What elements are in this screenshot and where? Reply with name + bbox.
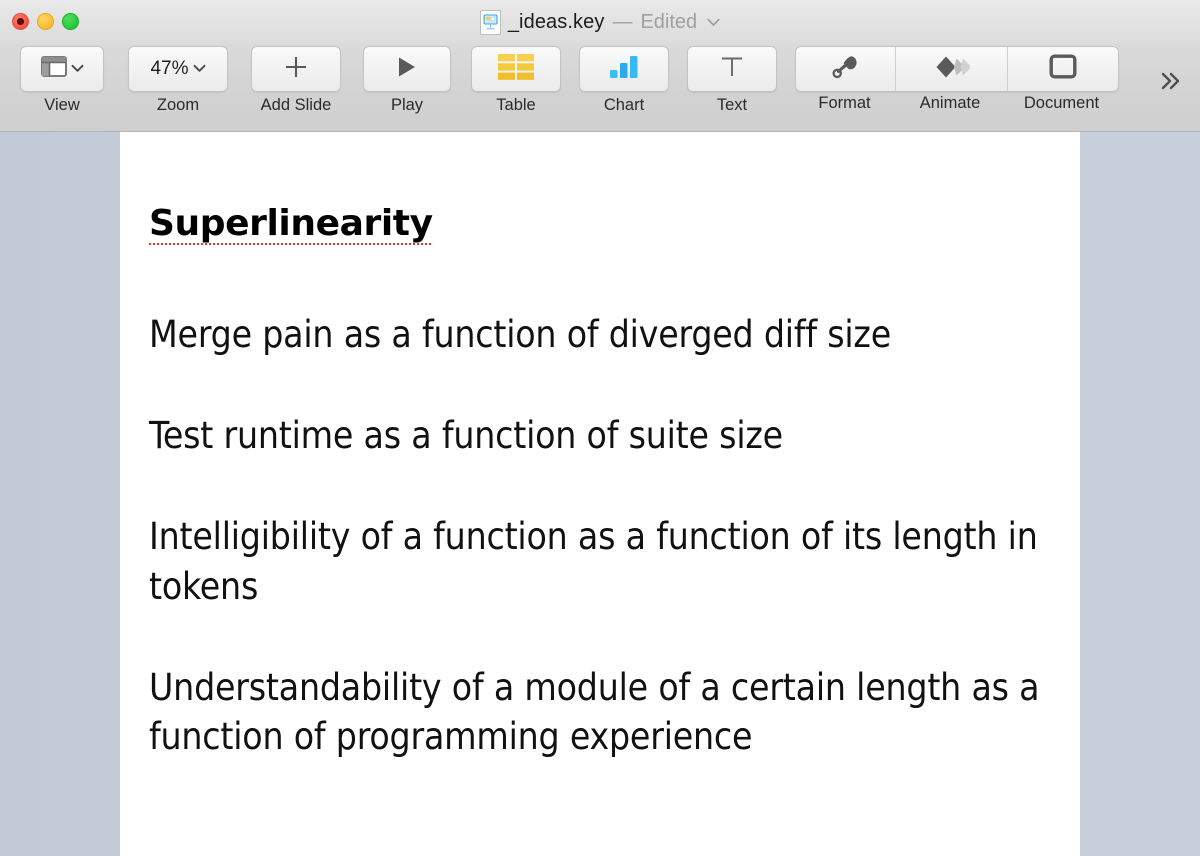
table-label: Table — [496, 96, 536, 114]
document-label: Document — [1023, 94, 1100, 112]
add-slide-button[interactable] — [251, 46, 341, 92]
add-slide-label: Add Slide — [260, 96, 332, 114]
table-button[interactable] — [471, 46, 561, 92]
zoom-label: Zoom — [156, 96, 200, 114]
chart-label: Chart — [603, 96, 645, 114]
window-title-status: Edited — [640, 10, 698, 33]
slide-content: Superlinearity Merge pain as a function … — [149, 206, 1054, 761]
toolbar-group-chart: Chart — [579, 46, 669, 115]
chevron-double-right-icon — [1158, 71, 1184, 96]
window-controls — [12, 13, 79, 30]
keynote-window: _ideas.key — Edited View 47% Zoom Add Sl… — [0, 0, 1200, 856]
chevron-down-icon — [71, 60, 84, 78]
text-button[interactable] — [687, 46, 777, 92]
maximize-button[interactable] — [62, 13, 79, 30]
window-title-block: _ideas.key — Edited — [0, 0, 1200, 44]
slide-title[interactable]: Superlinearity — [149, 206, 433, 247]
toolbar-group-play: Play — [363, 46, 451, 115]
text-t-icon — [719, 54, 745, 85]
window-title-filename: _ideas.key — [507, 10, 605, 33]
format-label: Format — [818, 94, 871, 112]
toolbar-group-table: Table — [471, 46, 561, 115]
view-label: View — [44, 96, 80, 114]
animate-button[interactable] — [895, 47, 1007, 91]
slide-bullet-2[interactable]: Test runtime as a function of suite size — [149, 411, 1054, 460]
paintbrush-icon — [831, 53, 861, 86]
play-triangle-icon — [396, 55, 418, 84]
format-button[interactable] — [796, 47, 895, 91]
toolbar-group-zoom: 47% Zoom — [128, 46, 228, 115]
slide-bullet-1[interactable]: Merge pain as a function of diverged dif… — [149, 310, 1054, 359]
chevron-down-icon[interactable] — [707, 18, 720, 27]
slide-surface[interactable]: Superlinearity Merge pain as a function … — [120, 132, 1080, 856]
bar-chart-icon — [608, 54, 640, 85]
view-button[interactable] — [20, 46, 104, 92]
chart-button[interactable] — [579, 46, 669, 92]
close-button[interactable] — [12, 13, 29, 30]
play-button[interactable] — [363, 46, 451, 92]
toolbar-overflow-button[interactable] — [1154, 66, 1188, 100]
toolbar-inspector-labels: Format Animate Document — [795, 94, 1119, 113]
slide-canvas[interactable]: Superlinearity Merge pain as a function … — [0, 132, 1200, 856]
zoom-button[interactable]: 47% — [128, 46, 228, 92]
zoom-value: 47% — [150, 58, 189, 79]
toolbar-group-view: View — [20, 46, 104, 115]
minimize-button[interactable] — [37, 13, 54, 30]
slide-title-wrapper: Superlinearity — [149, 206, 1054, 247]
window-title-separator: — — [612, 10, 633, 33]
table-grid-icon — [497, 53, 535, 86]
slide-bullet-3[interactable]: Intelligibility of a function as a funct… — [149, 512, 1054, 610]
document-button[interactable] — [1007, 47, 1118, 91]
toolbar-group-add-slide: Add Slide — [251, 46, 341, 115]
toolbar-inspector-segmented — [795, 46, 1119, 92]
chevron-down-icon — [193, 60, 206, 78]
keynote-document-icon — [479, 9, 501, 35]
animate-label: Animate — [919, 94, 981, 112]
slide-bullet-4[interactable]: Understandability of a module of a certa… — [149, 663, 1054, 761]
document-square-icon — [1049, 54, 1077, 84]
view-layout-icon — [40, 56, 67, 82]
main-toolbar: View 47% Zoom Add Slide Play Table Chart… — [0, 44, 1200, 132]
toolbar-group-text: Text — [687, 46, 777, 115]
text-label: Text — [716, 96, 748, 114]
animate-diamond-icon — [934, 54, 971, 85]
play-label: Play — [390, 96, 424, 114]
window-titlebar: _ideas.key — Edited — [0, 0, 1200, 44]
plus-icon — [283, 54, 309, 85]
